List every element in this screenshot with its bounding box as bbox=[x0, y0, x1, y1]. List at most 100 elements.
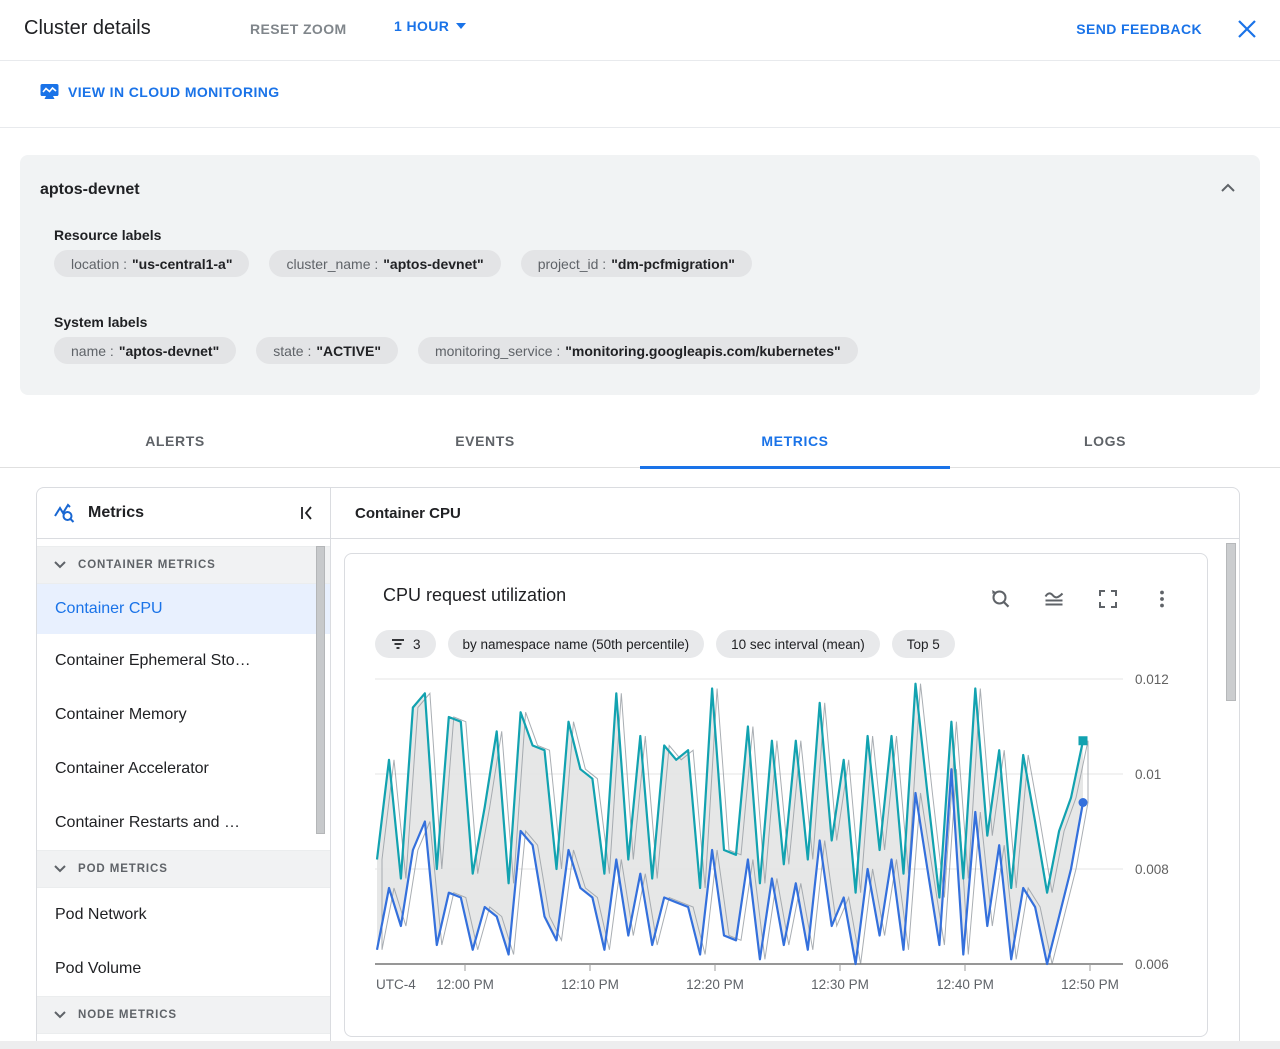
interval-chip[interactable]: 10 sec interval (mean) bbox=[716, 630, 880, 658]
chart-title: CPU request utilization bbox=[383, 585, 567, 605]
sidebar-item-container-cpu[interactable]: Container CPU bbox=[37, 584, 330, 634]
sidebar-item-container-ephemeral-storage[interactable]: Container Ephemeral Sto… bbox=[37, 634, 330, 688]
svg-text:0.012: 0.012 bbox=[1135, 672, 1169, 687]
label-value: "aptos-devnet" bbox=[118, 342, 220, 359]
label-key: cluster_name : bbox=[286, 255, 379, 272]
label-chip-monitoring-service: monitoring_service : "monitoring.googlea… bbox=[417, 337, 858, 364]
resource-labels-row: location : "us-central1-a" cluster_name … bbox=[54, 250, 752, 277]
fullscreen-icon bbox=[1099, 590, 1117, 608]
sidebar-item-pod-network[interactable]: Pod Network bbox=[37, 888, 330, 942]
label-chip-name: name : "aptos-devnet" bbox=[54, 337, 237, 364]
card-collapse-button[interactable] bbox=[1216, 177, 1240, 201]
dropdown-caret-icon bbox=[456, 23, 467, 29]
chart-options-icon bbox=[1044, 592, 1064, 606]
system-labels-title: System labels bbox=[54, 314, 148, 330]
label-chip-location: location : "us-central1-a" bbox=[54, 250, 250, 277]
tab-metrics[interactable]: METRICS bbox=[640, 414, 950, 469]
section-label: CONTAINER METRICS bbox=[78, 559, 216, 571]
chart-toolbar bbox=[988, 587, 1174, 611]
cluster-name: aptos-devnet bbox=[40, 181, 140, 198]
label-value: "us-central1-a" bbox=[132, 255, 233, 272]
sidebar-header: Metrics bbox=[37, 488, 330, 539]
label-key: monitoring_service : bbox=[434, 342, 561, 359]
line-chart: UTC-4 12:00 PM 12:10 PM 12:20 PM 12:30 PM 12:… bbox=[375, 672, 1169, 992]
metrics-sidebar: Metrics CONTAINER METRICS Container CPU … bbox=[37, 488, 331, 1049]
sidebar-item-container-restarts[interactable]: Container Restarts and … bbox=[37, 796, 330, 850]
svg-text:0.01: 0.01 bbox=[1135, 767, 1161, 782]
metrics-main: Container CPU CPU request utilization 3 … bbox=[331, 488, 1239, 1049]
sidebar-list: CONTAINER METRICS Container CPU Containe… bbox=[37, 539, 330, 1049]
metrics-panel: Metrics CONTAINER METRICS Container CPU … bbox=[36, 487, 1240, 1049]
sidebar-item-pod-volume[interactable]: Pod Volume bbox=[37, 942, 330, 996]
sidebar-item-container-memory[interactable]: Container Memory bbox=[37, 688, 330, 742]
label-key: project_id : bbox=[537, 255, 607, 272]
main-scrollbar[interactable] bbox=[1226, 543, 1236, 701]
tab-bar: ALERTS EVENTS METRICS LOGS bbox=[20, 414, 1260, 469]
main-header: Container CPU bbox=[331, 488, 1239, 539]
svg-text:12:50 PM: 12:50 PM bbox=[1061, 977, 1119, 992]
svg-text:12:40 PM: 12:40 PM bbox=[936, 977, 994, 992]
filter-count-chip[interactable]: 3 bbox=[375, 630, 436, 658]
tab-logs[interactable]: LOGS bbox=[950, 414, 1260, 468]
send-feedback-button[interactable]: SEND FEEDBACK bbox=[1076, 21, 1202, 37]
label-key: state : bbox=[273, 342, 312, 359]
system-labels-row: name : "aptos-devnet" state : "ACTIVE" m… bbox=[54, 337, 858, 364]
sidebar-title: Metrics bbox=[88, 504, 145, 521]
section-pod-metrics[interactable]: POD METRICS bbox=[37, 850, 330, 888]
more-vert-icon bbox=[1160, 590, 1164, 608]
page-title: Cluster details bbox=[24, 17, 151, 39]
tab-alerts[interactable]: ALERTS bbox=[20, 414, 330, 468]
top-bar: Cluster details RESET ZOOM 1 HOUR SEND F… bbox=[0, 0, 1280, 61]
time-range-dropdown[interactable]: 1 HOUR bbox=[394, 18, 467, 34]
chart-filter-chips: 3 by namespace name (50th percentile) 10… bbox=[375, 630, 955, 658]
close-button[interactable] bbox=[1234, 17, 1260, 43]
sidebar-scrollbar[interactable] bbox=[316, 546, 325, 834]
view-in-cloud-monitoring-link[interactable]: VIEW IN CLOUD MONITORING bbox=[40, 83, 280, 100]
top5-chip[interactable]: Top 5 bbox=[891, 630, 955, 658]
svg-text:0.008: 0.008 bbox=[1135, 862, 1169, 877]
svg-text:12:30 PM: 12:30 PM bbox=[811, 977, 869, 992]
zoom-reset-button[interactable] bbox=[988, 587, 1012, 611]
monitoring-link-label: VIEW IN CLOUD MONITORING bbox=[68, 83, 280, 100]
svg-text:12:00 PM: 12:00 PM bbox=[436, 977, 494, 992]
svg-text:0.006: 0.006 bbox=[1135, 957, 1169, 972]
label-chip-state: state : "ACTIVE" bbox=[256, 337, 398, 364]
main-panel-title: Container CPU bbox=[355, 504, 461, 522]
section-container-metrics[interactable]: CONTAINER METRICS bbox=[37, 546, 330, 584]
collapse-sidebar-button[interactable] bbox=[294, 501, 320, 527]
chevron-up-icon bbox=[1221, 183, 1235, 192]
bottom-edge bbox=[0, 1041, 1280, 1049]
chevron-down-icon bbox=[54, 865, 66, 873]
collapse-panel-icon bbox=[301, 505, 312, 520]
svg-text:12:20 PM: 12:20 PM bbox=[686, 977, 744, 992]
more-options-button[interactable] bbox=[1150, 587, 1174, 611]
label-value: "dm-pcfmigration" bbox=[611, 255, 735, 272]
monitoring-icon bbox=[40, 84, 59, 99]
time-range-label: 1 HOUR bbox=[394, 18, 450, 34]
section-node-metrics[interactable]: NODE METRICS bbox=[37, 996, 330, 1034]
cluster-details-card: aptos-devnet Resource labels location : … bbox=[20, 155, 1260, 395]
section-label: NODE METRICS bbox=[78, 1009, 177, 1021]
groupby-chip[interactable]: by namespace name (50th percentile) bbox=[447, 630, 705, 658]
chart-options-button[interactable] bbox=[1042, 587, 1066, 611]
svg-text:12:10 PM: 12:10 PM bbox=[561, 977, 619, 992]
label-key: location : bbox=[71, 255, 128, 272]
reset-zoom-button[interactable]: RESET ZOOM bbox=[250, 21, 347, 37]
label-chip-cluster-name: cluster_name : "aptos-devnet" bbox=[269, 250, 501, 277]
zoom-reset-icon bbox=[992, 590, 1010, 608]
monitoring-link-row: VIEW IN CLOUD MONITORING bbox=[0, 61, 1280, 128]
tab-events[interactable]: EVENTS bbox=[330, 414, 640, 468]
svg-text:UTC-4: UTC-4 bbox=[376, 977, 416, 992]
label-value: "aptos-devnet" bbox=[383, 255, 484, 272]
section-label: POD METRICS bbox=[78, 863, 168, 875]
metrics-explorer-icon bbox=[54, 503, 75, 523]
fullscreen-button[interactable] bbox=[1096, 587, 1120, 611]
label-key: name : bbox=[71, 342, 114, 359]
sidebar-item-container-accelerator[interactable]: Container Accelerator bbox=[37, 742, 330, 796]
close-icon bbox=[1238, 19, 1256, 38]
filter-list-icon bbox=[392, 639, 404, 649]
cpu-utilization-plot[interactable]: UTC-4 12:00 PM 12:10 PM 12:20 PM 12:30 PM 12:… bbox=[375, 661, 1205, 1012]
label-value: "monitoring.googleapis.com/kubernetes" bbox=[565, 342, 841, 359]
label-value: "ACTIVE" bbox=[316, 342, 381, 359]
label-chip-project-id: project_id : "dm-pcfmigration" bbox=[520, 250, 752, 277]
